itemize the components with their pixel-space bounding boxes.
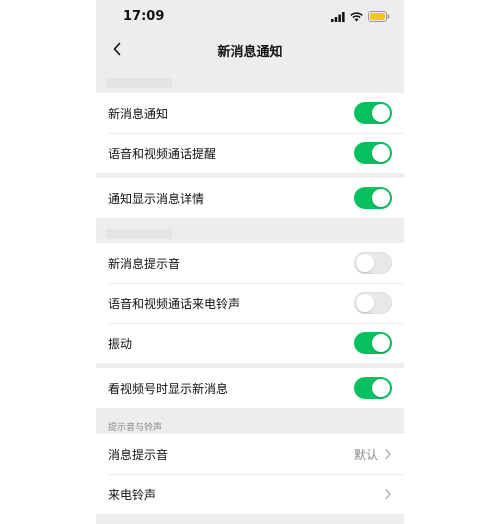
row-label: 通知显示消息详情 [108,191,205,206]
row-channels-new-message[interactable]: 看视频号时显示新消息 [96,368,404,408]
toggle-switch-off[interactable] [354,292,392,314]
status-icons [331,11,390,22]
battery-icon [368,11,390,22]
chevron-right-icon [385,448,391,460]
group-detail: 通知显示消息详情 [96,178,404,218]
toggle-knob [372,189,390,207]
row-vibrate[interactable]: 振动 [96,323,404,363]
toggle-switch-on[interactable] [354,142,392,164]
group-ringtones: 消息提示音 默认 来电铃声 [96,434,404,514]
row-label: 新消息提示音 [108,256,181,271]
row-show-message-detail[interactable]: 通知显示消息详情 [96,178,404,218]
row-new-message-notify[interactable]: 新消息通知 [96,93,404,133]
group-sounds: 新消息提示音 语音和视频通话来电铃声 振动 [96,243,404,363]
toggle-switch-on[interactable] [354,377,392,399]
chevron-right-icon [385,488,391,500]
row-value: 默认 [353,448,378,462]
status-time: 17:09 [123,9,165,24]
row-label: 振动 [108,336,133,351]
row-label: 来电铃声 [108,487,157,502]
row-message-sound[interactable]: 新消息提示音 [96,243,404,283]
toggle-switch-off[interactable] [354,252,392,274]
nav-bar: 新消息通知 [96,32,404,66]
row-label: 语音和视频通话提醒 [108,146,217,161]
group-notifications: 新消息通知 语音和视频通话提醒 [96,93,404,173]
page-title: 新消息通知 [217,45,283,60]
row-call-reminder[interactable]: 语音和视频通话提醒 [96,133,404,173]
toggle-knob [372,104,390,122]
settings-screen: 17:09 新消息通知 新消息通知 语音和视频通话提醒 通知显示消息详情 新消息… [96,0,404,524]
toggle-knob [356,294,374,312]
toggle-knob [372,379,390,397]
row-label: 语音和视频通话来电铃声 [108,296,241,311]
toggle-knob [372,144,390,162]
row-label: 消息提示音 [108,447,169,462]
section-header-blurred [106,229,172,239]
toggle-switch-on[interactable] [354,187,392,209]
toggle-switch-on[interactable] [354,332,392,354]
row-label: 新消息通知 [108,106,169,121]
row-message-tone[interactable]: 消息提示音 默认 [96,434,404,474]
toggle-knob [372,334,390,352]
section-title-sounds: 提示音与铃声 [108,423,163,433]
status-bar: 17:09 [96,0,404,32]
wifi-icon [350,11,363,21]
row-ringtone[interactable]: 来电铃声 [96,474,404,514]
group-channels: 看视频号时显示新消息 [96,368,404,408]
signal-icon [331,11,345,22]
section-header-blurred [106,78,172,88]
toggle-knob [356,254,374,272]
row-label: 看视频号时显示新消息 [108,381,229,396]
toggle-switch-on[interactable] [354,102,392,124]
row-call-ringtone[interactable]: 语音和视频通话来电铃声 [96,283,404,323]
